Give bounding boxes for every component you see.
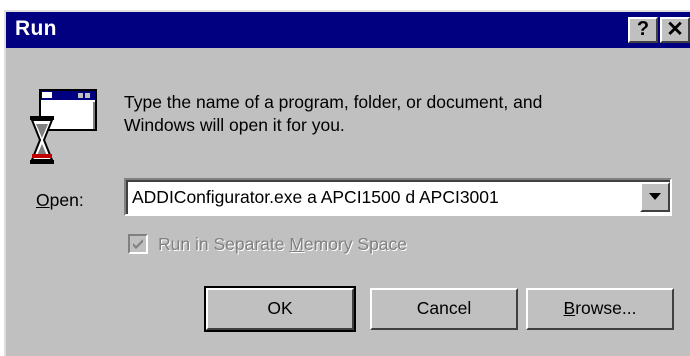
browse-accelerator: B [563, 298, 576, 318]
instruction-line-2: Windows will open it for you. [124, 115, 345, 135]
dropdown-button[interactable] [640, 182, 670, 212]
close-icon: ✕ [666, 18, 684, 41]
separate-memory-label: Run in Separate Memory Space [158, 234, 408, 254]
browse-label: rowse... [575, 298, 637, 318]
instruction-line-1: Type the name of a program, folder, or d… [124, 92, 543, 112]
ok-button[interactable]: OK [204, 286, 356, 332]
checkmark-icon [133, 239, 143, 249]
instruction-text: Type the name of a program, folder, or d… [124, 91, 684, 137]
browse-button[interactable]: Browse... [526, 288, 674, 330]
cancel-button[interactable]: Cancel [370, 288, 518, 330]
open-label-accelerator: O [36, 190, 50, 210]
help-button[interactable]: ? [628, 17, 658, 43]
open-input[interactable]: ADDIConfigurator.exe a APCI1500 d APCI30… [132, 187, 499, 208]
open-label: Open: [36, 190, 84, 211]
run-program-icon [28, 88, 100, 168]
open-label-text: pen: [49, 190, 84, 210]
open-combobox[interactable]: ADDIConfigurator.exe a APCI1500 d APCI30… [124, 178, 672, 216]
open-combobox-field[interactable]: ADDIConfigurator.exe a APCI1500 d APCI30… [126, 180, 670, 214]
close-button[interactable]: ✕ [660, 17, 690, 43]
separate-memory-checkbox[interactable] [128, 234, 148, 254]
window-title: Run [15, 17, 57, 40]
title-bar[interactable]: Run ? ✕ [6, 12, 690, 48]
chevron-down-icon [649, 193, 661, 200]
run-dialog: Run ? ✕ Type the name of a program, fold… [4, 10, 690, 356]
